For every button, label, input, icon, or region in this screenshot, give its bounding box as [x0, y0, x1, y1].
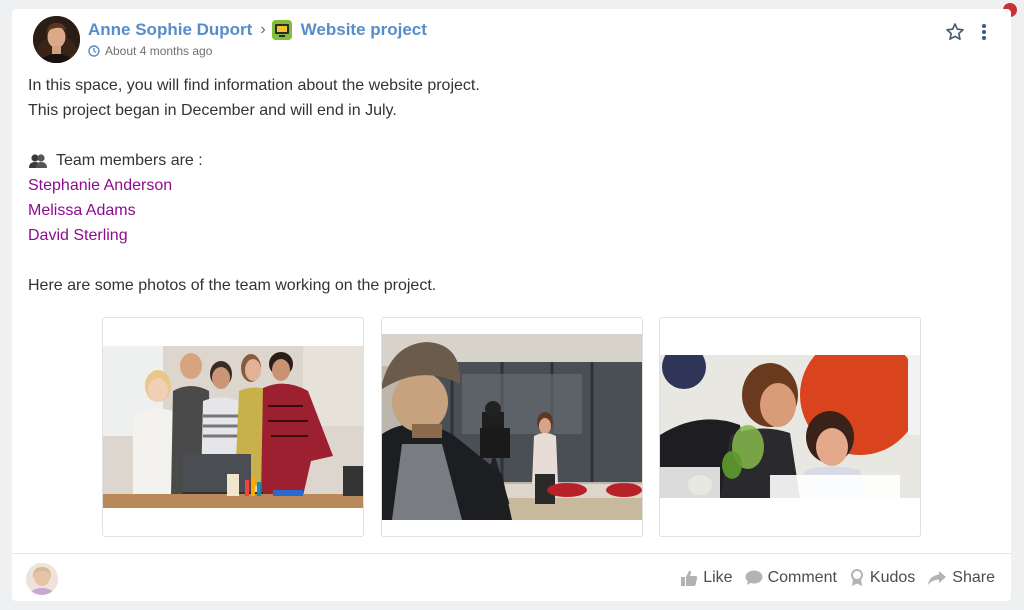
current-user-avatar[interactable]: [26, 563, 58, 595]
author-link[interactable]: Anne Sophie Duport: [88, 20, 252, 40]
comment-icon: [745, 570, 763, 585]
share-label: Share: [952, 569, 995, 586]
space-logo-icon[interactable]: [271, 20, 292, 40]
post-menu-kebab-icon[interactable]: [978, 22, 990, 42]
clock-icon: [88, 45, 100, 57]
photo-attachment-1[interactable]: [102, 317, 364, 537]
member-link[interactable]: David Sterling: [28, 223, 480, 248]
post-line-2: This project began in December and will …: [28, 102, 397, 119]
kudos-medal-icon: [850, 569, 863, 586]
photo-attachment-2[interactable]: [381, 317, 643, 537]
favorite-star-icon[interactable]: [945, 22, 965, 42]
like-label: Like: [703, 569, 733, 586]
photo-colleagues: [660, 355, 920, 498]
space-link[interactable]: Website project: [301, 20, 427, 40]
photo-team-laptop: [103, 346, 363, 508]
post-body: In this space, you will find information…: [28, 73, 480, 298]
member-link[interactable]: Stephanie Anderson: [28, 173, 480, 198]
photo-attachment-3[interactable]: [659, 317, 921, 537]
post-line-1: In this space, you will find information…: [28, 77, 480, 94]
like-button[interactable]: Like: [680, 569, 733, 587]
member-link[interactable]: Melissa Adams: [28, 198, 480, 223]
kudos-button[interactable]: Kudos: [849, 569, 915, 587]
post-header: Anne Sophie Duport › Website project: [88, 19, 427, 41]
share-button[interactable]: Share: [927, 569, 995, 587]
author-avatar[interactable]: [33, 16, 80, 63]
photo-video-shoot: [382, 334, 642, 520]
comment-button[interactable]: Comment: [745, 569, 837, 587]
kudos-label: Kudos: [869, 569, 916, 586]
footer-divider: [12, 553, 1011, 554]
team-heading: Team members are :: [28, 148, 480, 173]
thumbs-up-icon: [681, 570, 698, 586]
timestamp-text: About 4 months ago: [105, 44, 213, 58]
post-actions: Like Comment Kudos Share: [668, 565, 995, 591]
post-timestamp[interactable]: About 4 months ago: [88, 44, 212, 58]
photos-caption: Here are some photos of the team working…: [28, 277, 437, 294]
share-arrow-icon: [928, 571, 947, 585]
activity-post-card: Anne Sophie Duport › Website project Abo…: [12, 9, 1011, 601]
breadcrumb-separator: ›: [260, 21, 266, 38]
people-icon: [29, 153, 47, 168]
team-label: Team members are :: [56, 152, 203, 169]
comment-label: Comment: [767, 569, 837, 586]
